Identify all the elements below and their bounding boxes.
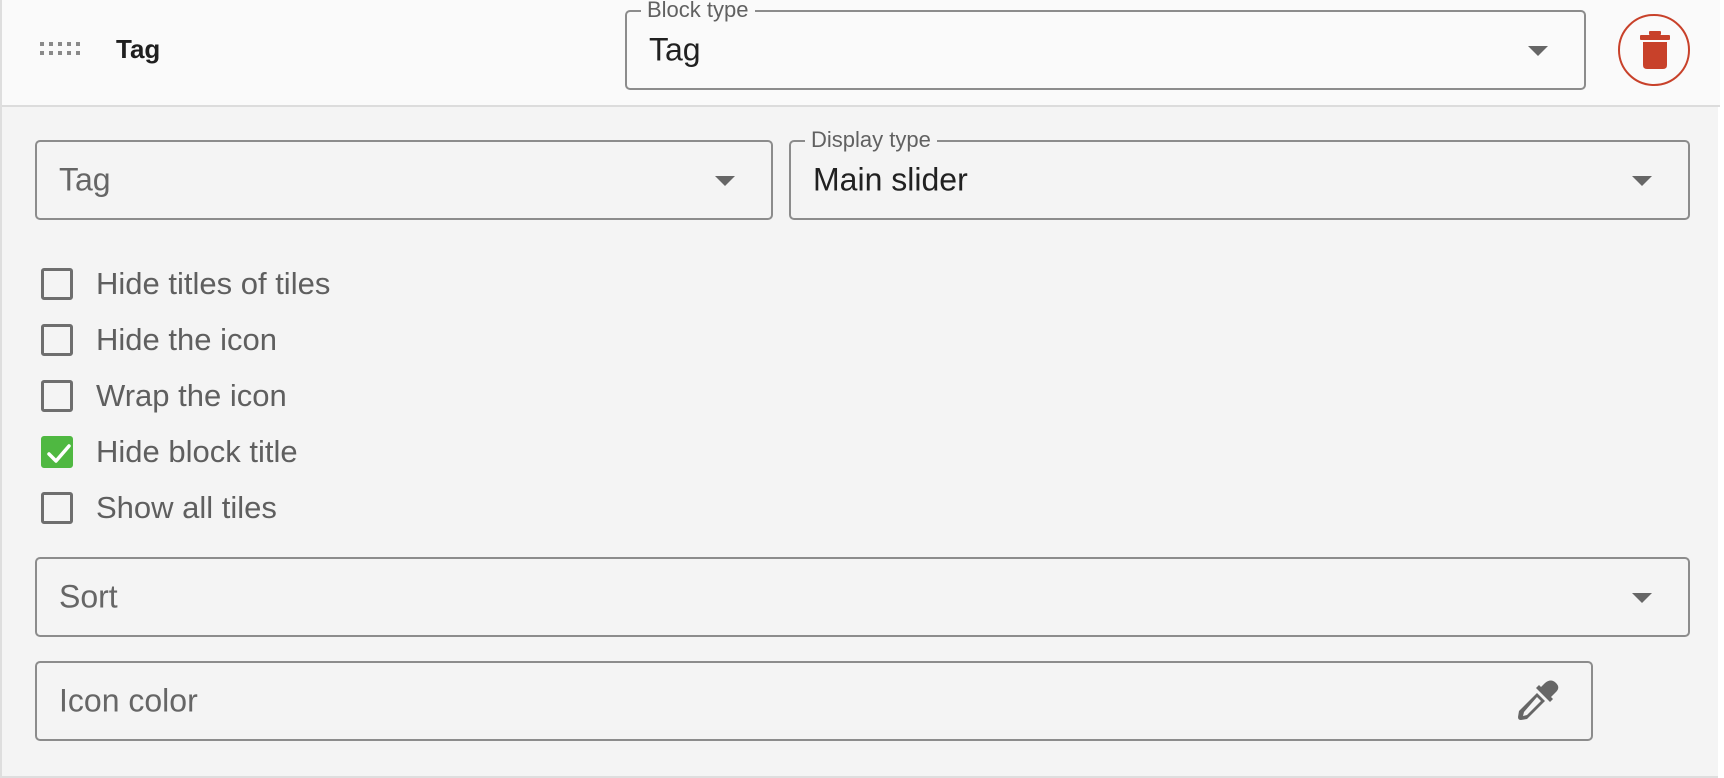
chevron-down-icon (715, 176, 735, 186)
block-type-select[interactable]: Block type Tag (625, 0, 1586, 90)
block-panel: Tag Block type Tag Tag Display type Main… (0, 0, 1720, 778)
trash-icon (1640, 31, 1670, 69)
option-hide-the-icon[interactable]: Hide the icon (41, 320, 277, 360)
checkbox[interactable] (41, 492, 73, 524)
checkbox-checked[interactable] (41, 436, 73, 468)
option-label: Wrap the icon (96, 378, 287, 413)
block-title: Tag (116, 34, 161, 64)
chevron-down-icon (1528, 46, 1548, 56)
display-type-select[interactable]: Display type Main slider (789, 127, 1690, 220)
checkbox[interactable] (41, 324, 73, 356)
option-show-all-tiles[interactable]: Show all tiles (41, 488, 277, 528)
block-type-value: Tag (649, 31, 701, 68)
option-label: Hide block title (96, 434, 298, 469)
option-hide-titles-of-tiles[interactable]: Hide titles of tiles (41, 264, 330, 304)
drag-handle-icon[interactable] (40, 42, 80, 56)
option-label: Show all tiles (96, 490, 277, 525)
block-type-label: Block type (641, 0, 755, 23)
chevron-down-icon (1632, 176, 1652, 186)
checkmark-icon (47, 444, 71, 463)
block-header: Tag Block type Tag (2, 0, 1720, 107)
icon-color-placeholder: Icon color (59, 682, 198, 719)
option-wrap-the-icon[interactable]: Wrap the icon (41, 376, 287, 416)
icon-color-input[interactable]: Icon color (35, 661, 1593, 741)
tag-select-value: Tag (59, 161, 111, 198)
tag-select[interactable]: Tag (35, 140, 773, 220)
eyedropper-icon[interactable] (1515, 679, 1559, 723)
display-type-value: Main slider (813, 161, 968, 198)
option-label: Hide titles of tiles (96, 266, 331, 301)
delete-block-button[interactable] (1618, 14, 1690, 86)
checkbox[interactable] (41, 268, 73, 300)
display-type-label: Display type (805, 127, 937, 153)
option-label: Hide the icon (96, 322, 277, 357)
chevron-down-icon (1632, 593, 1652, 603)
sort-select[interactable]: Sort (35, 557, 1690, 637)
sort-value: Sort (59, 578, 118, 615)
checkbox[interactable] (41, 380, 73, 412)
option-hide-block-title[interactable]: Hide block title (41, 432, 298, 472)
